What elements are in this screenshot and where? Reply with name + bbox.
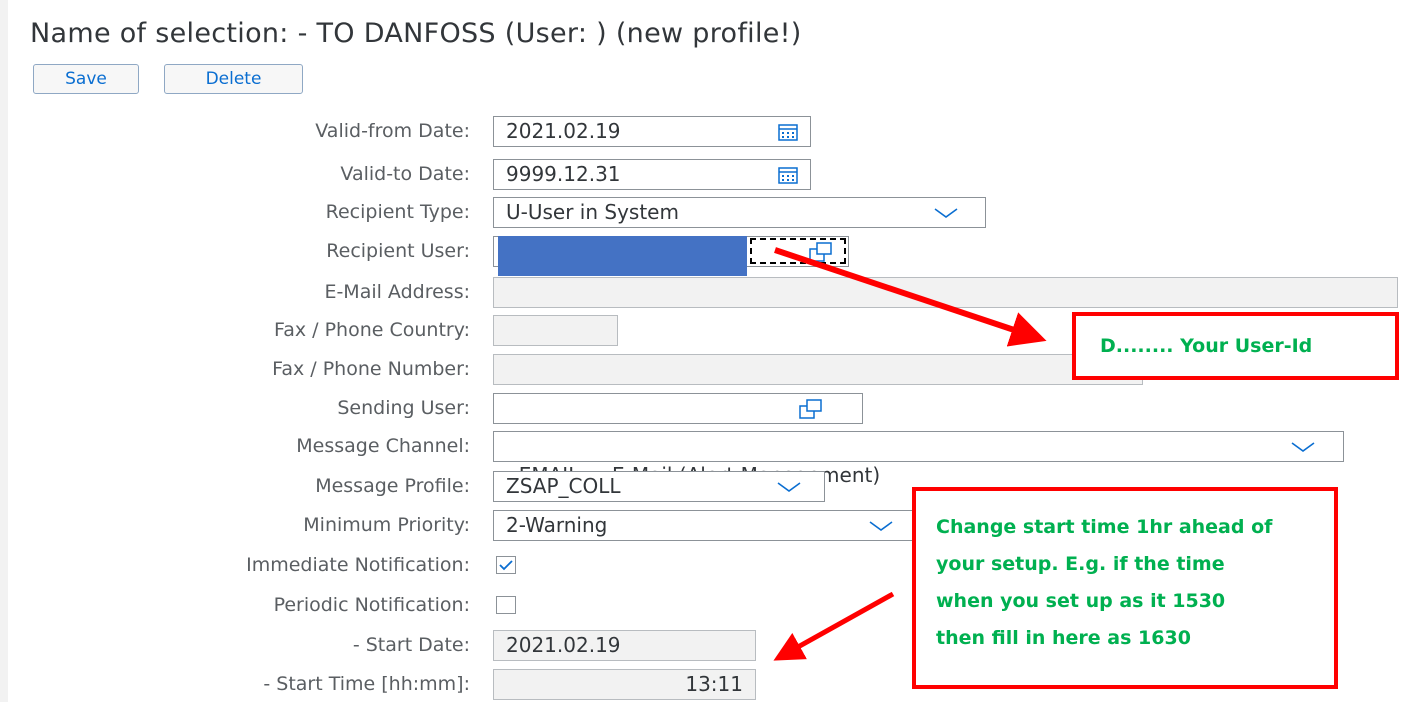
valid-from-field[interactable]: 2021.02.19 <box>493 116 811 147</box>
start-time-label: - Start Time [hh:mm]: <box>263 673 470 695</box>
message-channel-label: Message Channel: <box>296 435 470 457</box>
page-title: Name of selection: - TO DANFOSS (User: )… <box>30 18 802 49</box>
fax-number-field[interactable] <box>493 354 1143 385</box>
valid-to-value: 9999.12.31 <box>506 162 621 186</box>
calendar-icon[interactable] <box>778 166 798 184</box>
focus-outline <box>750 238 846 264</box>
immediate-notification-label: Immediate Notification: <box>246 554 470 576</box>
min-priority-value: 2-Warning <box>506 513 608 537</box>
immediate-notification-checkbox[interactable] <box>496 556 516 574</box>
periodic-notification-label: Periodic Notification: <box>273 594 470 616</box>
min-priority-select[interactable]: 2-Warning <box>493 510 925 541</box>
min-priority-label: Minimum Priority: <box>303 514 470 536</box>
user-id-callout: D........ Your User-Id <box>1072 312 1399 380</box>
start-time-callout: Change start time 1hr ahead of your setu… <box>912 487 1338 689</box>
fax-number-label: Fax / Phone Number: <box>272 358 470 380</box>
valid-from-value: 2021.02.19 <box>506 119 621 143</box>
recipient-user-label: Recipient User: <box>326 240 470 262</box>
fax-country-label: Fax / Phone Country: <box>274 319 470 341</box>
redacted-user-id <box>498 236 747 276</box>
value-help-icon[interactable] <box>799 399 823 419</box>
delete-button[interactable]: Delete <box>164 64 303 94</box>
left-edge <box>0 0 8 702</box>
start-date-field[interactable]: 2021.02.19 <box>493 630 756 661</box>
callout-line: when you set up as it 1530 <box>936 590 1226 612</box>
email-field[interactable] <box>493 277 1398 308</box>
sending-user-label: Sending User: <box>337 397 470 419</box>
periodic-notification-checkbox[interactable] <box>496 596 516 614</box>
save-button[interactable]: Save <box>33 64 139 94</box>
recipient-type-value: U-User in System <box>506 200 679 224</box>
chevron-down-icon[interactable] <box>869 520 893 532</box>
calendar-icon[interactable] <box>778 123 798 141</box>
checkmark-icon <box>499 560 513 571</box>
start-date-label: - Start Date: <box>352 634 470 656</box>
fax-country-field[interactable] <box>493 315 618 346</box>
recipient-type-select[interactable]: U-User in System <box>493 197 986 228</box>
sending-user-field[interactable] <box>493 393 863 424</box>
valid-to-field[interactable]: 9999.12.31 <box>493 159 811 190</box>
message-channel-select[interactable]: EMAIL -E-Mail (Alert Management) <box>493 431 1344 487</box>
email-label: E-Mail Address: <box>324 281 470 303</box>
callout-line: Change start time 1hr ahead of <box>936 516 1273 538</box>
message-profile-label: Message Profile: <box>315 475 470 497</box>
recipient-type-label: Recipient Type: <box>325 201 470 223</box>
message-profile-select[interactable]: ZSAP_COLL <box>493 471 825 502</box>
callout-line: your setup. E.g. if the time <box>936 553 1225 575</box>
message-profile-value: ZSAP_COLL <box>506 474 621 498</box>
chevron-down-icon[interactable] <box>934 207 958 219</box>
valid-from-label: Valid-from Date: <box>315 120 470 142</box>
callout-line: then fill in here as 1630 <box>936 627 1191 649</box>
valid-to-label: Valid-to Date: <box>340 163 470 185</box>
arrow-to-start-date <box>773 591 895 661</box>
chevron-down-icon[interactable] <box>777 481 801 493</box>
start-time-field[interactable]: 13:11 <box>493 669 756 700</box>
chevron-down-icon[interactable] <box>1291 441 1315 453</box>
